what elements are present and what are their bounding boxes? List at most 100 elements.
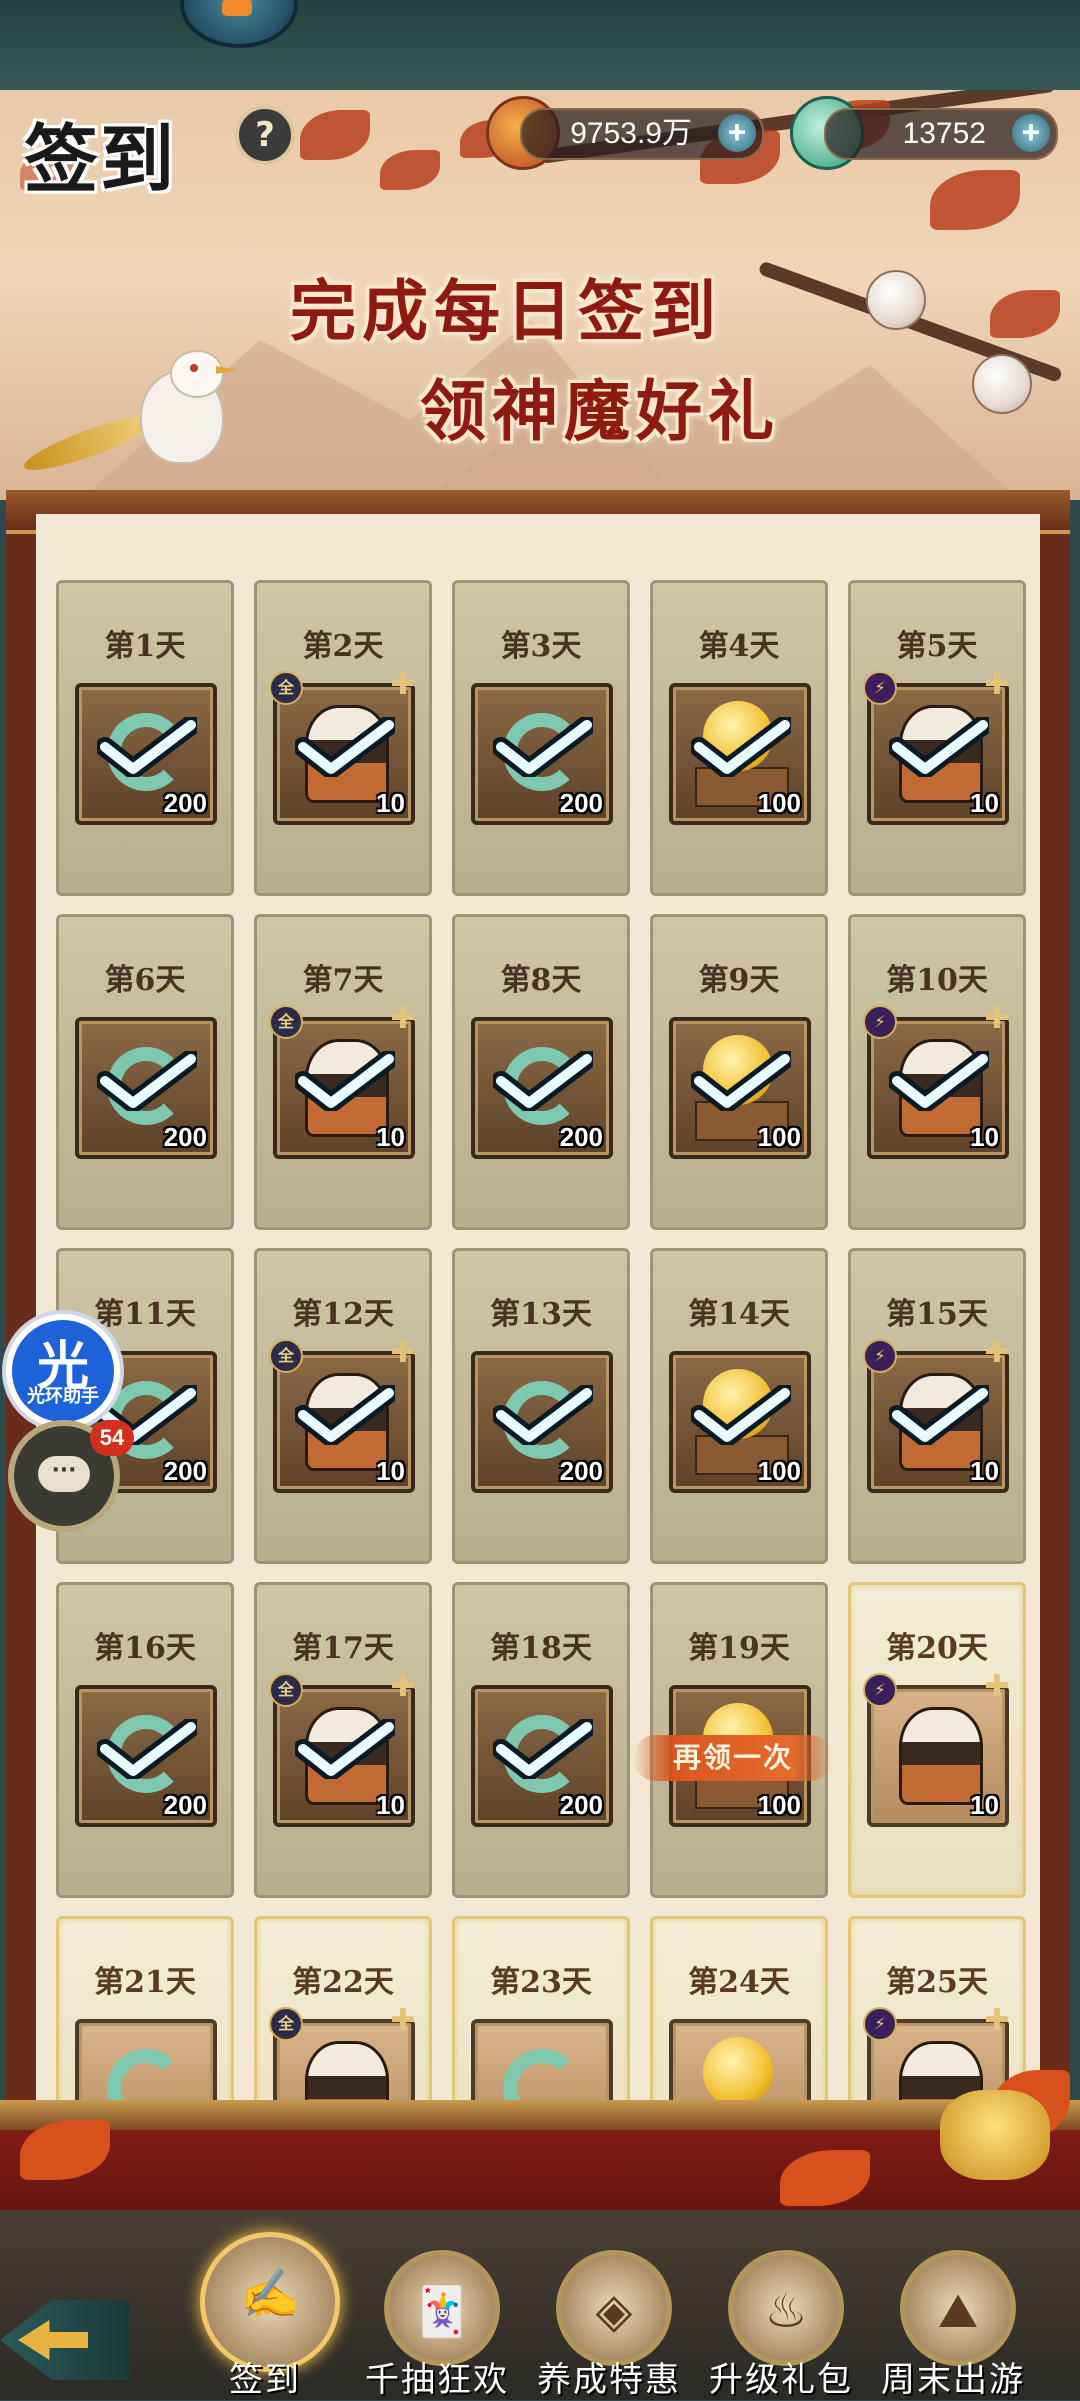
claim-again-button[interactable]: 再领一次 [633,1735,833,1781]
day-card[interactable]: 第22天全 ✚ [254,1916,432,2100]
day-card[interactable]: 第10天 10 ⚡ ✚ [848,914,1026,1230]
puzzle-piece-icon: ✚ [984,667,1010,702]
puzzle-piece-icon: ✚ [390,667,416,702]
day-card[interactable]: 第24天 [650,1916,828,2100]
puzzle-piece-icon: ✚ [390,1669,416,1704]
page-title: 签到 [24,117,176,203]
day-card[interactable]: 第13天 200 [452,1248,630,1564]
reward-count: 200 [163,1456,207,1486]
day-label: 第23天 [490,1965,592,2000]
jade-value: 13752 [902,117,986,150]
reward-slot: 10 [273,1685,415,1827]
chat-button[interactable]: ··· 54 [8,1420,134,1532]
day-card[interactable]: 第25天 ⚡ ✚ [848,1916,1026,2100]
puzzle-piece-icon: ✚ [984,1001,1010,1036]
rarity-badge-icon: 全 [269,2007,303,2041]
day-card[interactable]: 第19天 100 再领一次 [633,1582,833,1898]
claimed-check-icon [97,1719,197,1779]
claimed-check-icon [691,717,791,777]
tab-label: 周末出游 [881,2360,1025,2400]
rarity-badge-icon: ⚡ [863,671,897,705]
reward-slot: 200 [75,683,217,825]
add-jade-button[interactable]: + [1012,114,1050,152]
day-card[interactable]: 第20天 10 ⚡ ✚ [848,1582,1026,1898]
day-label: 第20天 [886,1631,988,1666]
puzzle-piece-icon: ✚ [984,2003,1010,2038]
day-label: 第16天 [94,1631,196,1666]
day-card[interactable]: 第16天 200 [56,1582,234,1898]
tab-glyph: ⛰ [937,2283,979,2339]
tab-label: 千抽狂欢 [365,2360,509,2400]
reward-count: 10 [970,1456,999,1486]
day-label: 第24天 [688,1965,790,2000]
day-card[interactable]: 第7天 10 全 ✚ [254,914,432,1230]
reward-count: 200 [559,1790,603,1820]
claimed-check-icon [691,1051,791,1111]
tab-glyph: ◈ [595,2283,633,2339]
day-card[interactable]: 第12天 10 全 ✚ [254,1248,432,1564]
day-card[interactable]: 第23天 [452,1916,630,2100]
day-card[interactable]: 第8天 200 [452,914,630,1230]
tab-scroll-fan[interactable]: ✍ 签到 [190,2232,340,2400]
day-label: 第5天 [896,629,978,664]
reward-count: 200 [559,788,603,818]
reward-slot: 10 [867,1685,1009,1827]
claimed-check-icon [97,1051,197,1111]
day-card[interactable]: 第15天 10 ⚡ ✚ [848,1248,1026,1564]
day-label: 第15天 [886,1297,988,1332]
day-label: 第19天 [688,1631,790,1666]
claimed-check-icon [295,1051,395,1111]
fish-orb-icon[interactable] [180,0,298,48]
claimed-check-icon [295,1385,395,1445]
day-card[interactable]: 第6天 200 [56,914,234,1230]
reward-slot: 10 [867,683,1009,825]
rarity-badge-icon: 全 [269,671,303,705]
claimed-check-icon [295,1719,395,1779]
assistant-float-button[interactable]: 光 光环助手 [2,1310,124,1432]
reward-count: 10 [970,1790,999,1820]
coin-value: 9753.9万 [570,117,692,150]
reward-count: 10 [376,1122,405,1152]
claimed-check-icon [493,1051,593,1111]
rarity-badge-icon: 全 [269,1339,303,1373]
claimed-check-icon [493,1719,593,1779]
tab-card-stack[interactable]: 🃏 千抽狂欢 [362,2240,512,2400]
day-label: 第2天 [302,629,384,664]
add-coins-button[interactable]: + [718,114,756,152]
reward-slot [669,2019,811,2100]
rarity-badge-icon: ⚡ [863,1673,897,1707]
help-button[interactable]: ? [235,105,295,165]
tab-treasure-chest[interactable]: ◈ 养成特惠 [534,2240,684,2400]
day-label: 第9天 [698,963,780,998]
reward-slot: 10 [273,1351,415,1493]
gold-ingot-icon [940,2090,1050,2180]
card-stack-icon: 🃏 [384,2250,500,2366]
treasure-chest-icon: ◈ [556,2250,672,2366]
reward-slot: 200 [471,1351,613,1493]
day-card[interactable]: 第3天 200 [452,580,630,896]
day-label: 第10天 [886,963,988,998]
back-arrow-icon [18,2320,88,2360]
reward-slot: 10 [273,1017,415,1159]
day-card[interactable]: 第17天 10 全 ✚ [254,1582,432,1898]
rarity-badge-icon: ⚡ [863,1005,897,1039]
day-card[interactable]: 第2天 10 全 ✚ [254,580,432,896]
day-card[interactable]: 第4天 100 [650,580,828,896]
claimed-check-icon [889,1385,989,1445]
tab-cauldron[interactable]: ♨ 升级礼包 [706,2240,856,2400]
day-card[interactable]: 第1天 200 [56,580,234,896]
day-label: 第17天 [292,1631,394,1666]
reward-slot: 200 [471,683,613,825]
reward-slot: 10 [867,1017,1009,1159]
jade-dragon-icon [503,2049,581,2100]
day-card[interactable]: 第9天 100 [650,914,828,1230]
claimed-check-icon [889,717,989,777]
tab-label: 升级礼包 [709,2360,853,2400]
day-card[interactable]: 第5天 10 ⚡ ✚ [848,580,1026,896]
day-card[interactable]: 第14天 100 [650,1248,828,1564]
puzzle-piece-icon: ✚ [390,1335,416,1370]
day-card[interactable]: 第18天 200 [452,1582,630,1898]
tab-mountain[interactable]: ⛰ 周末出游 [878,2240,1028,2400]
claimed-check-icon [493,717,593,777]
day-card[interactable]: 第21天 [56,1916,234,2100]
